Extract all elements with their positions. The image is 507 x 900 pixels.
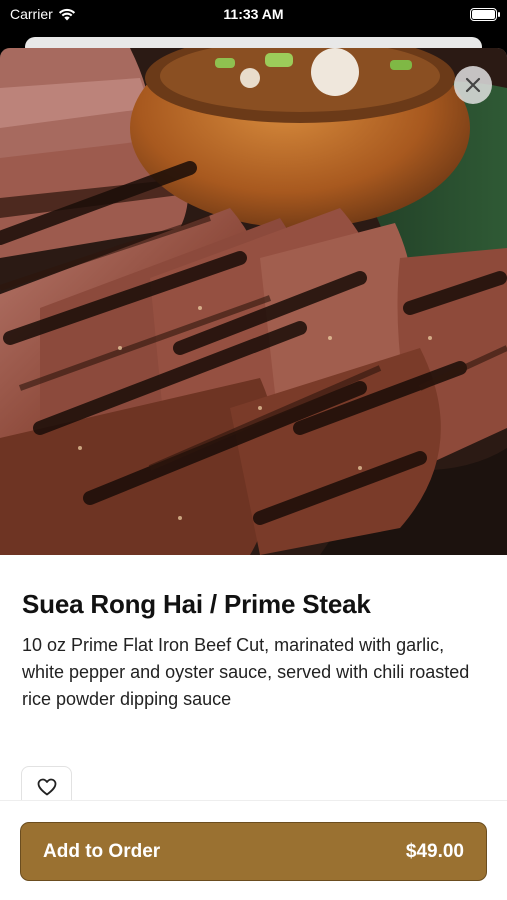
clock: 11:33 AM [223,6,284,22]
item-detail-sheet: Suea Rong Hai / Prime Steak 10 oz Prime … [0,48,507,900]
item-info: Suea Rong Hai / Prime Steak 10 oz Prime … [0,555,507,713]
item-photo [0,48,507,555]
add-to-order-button[interactable]: Add to Order $49.00 [20,822,487,881]
item-description: 10 oz Prime Flat Iron Beef Cut, marinate… [22,635,470,709]
order-footer: Add to Order $49.00 [0,800,507,900]
close-icon [465,77,481,93]
add-to-order-label: Add to Order [43,840,161,862]
status-bar: Carrier 11:33 AM [0,0,507,30]
heart-icon [37,778,56,796]
battery-icon [470,8,500,21]
item-title: Suea Rong Hai / Prime Steak [22,589,371,619]
close-button[interactable] [454,66,492,104]
item-price: $49.00 [405,840,464,862]
